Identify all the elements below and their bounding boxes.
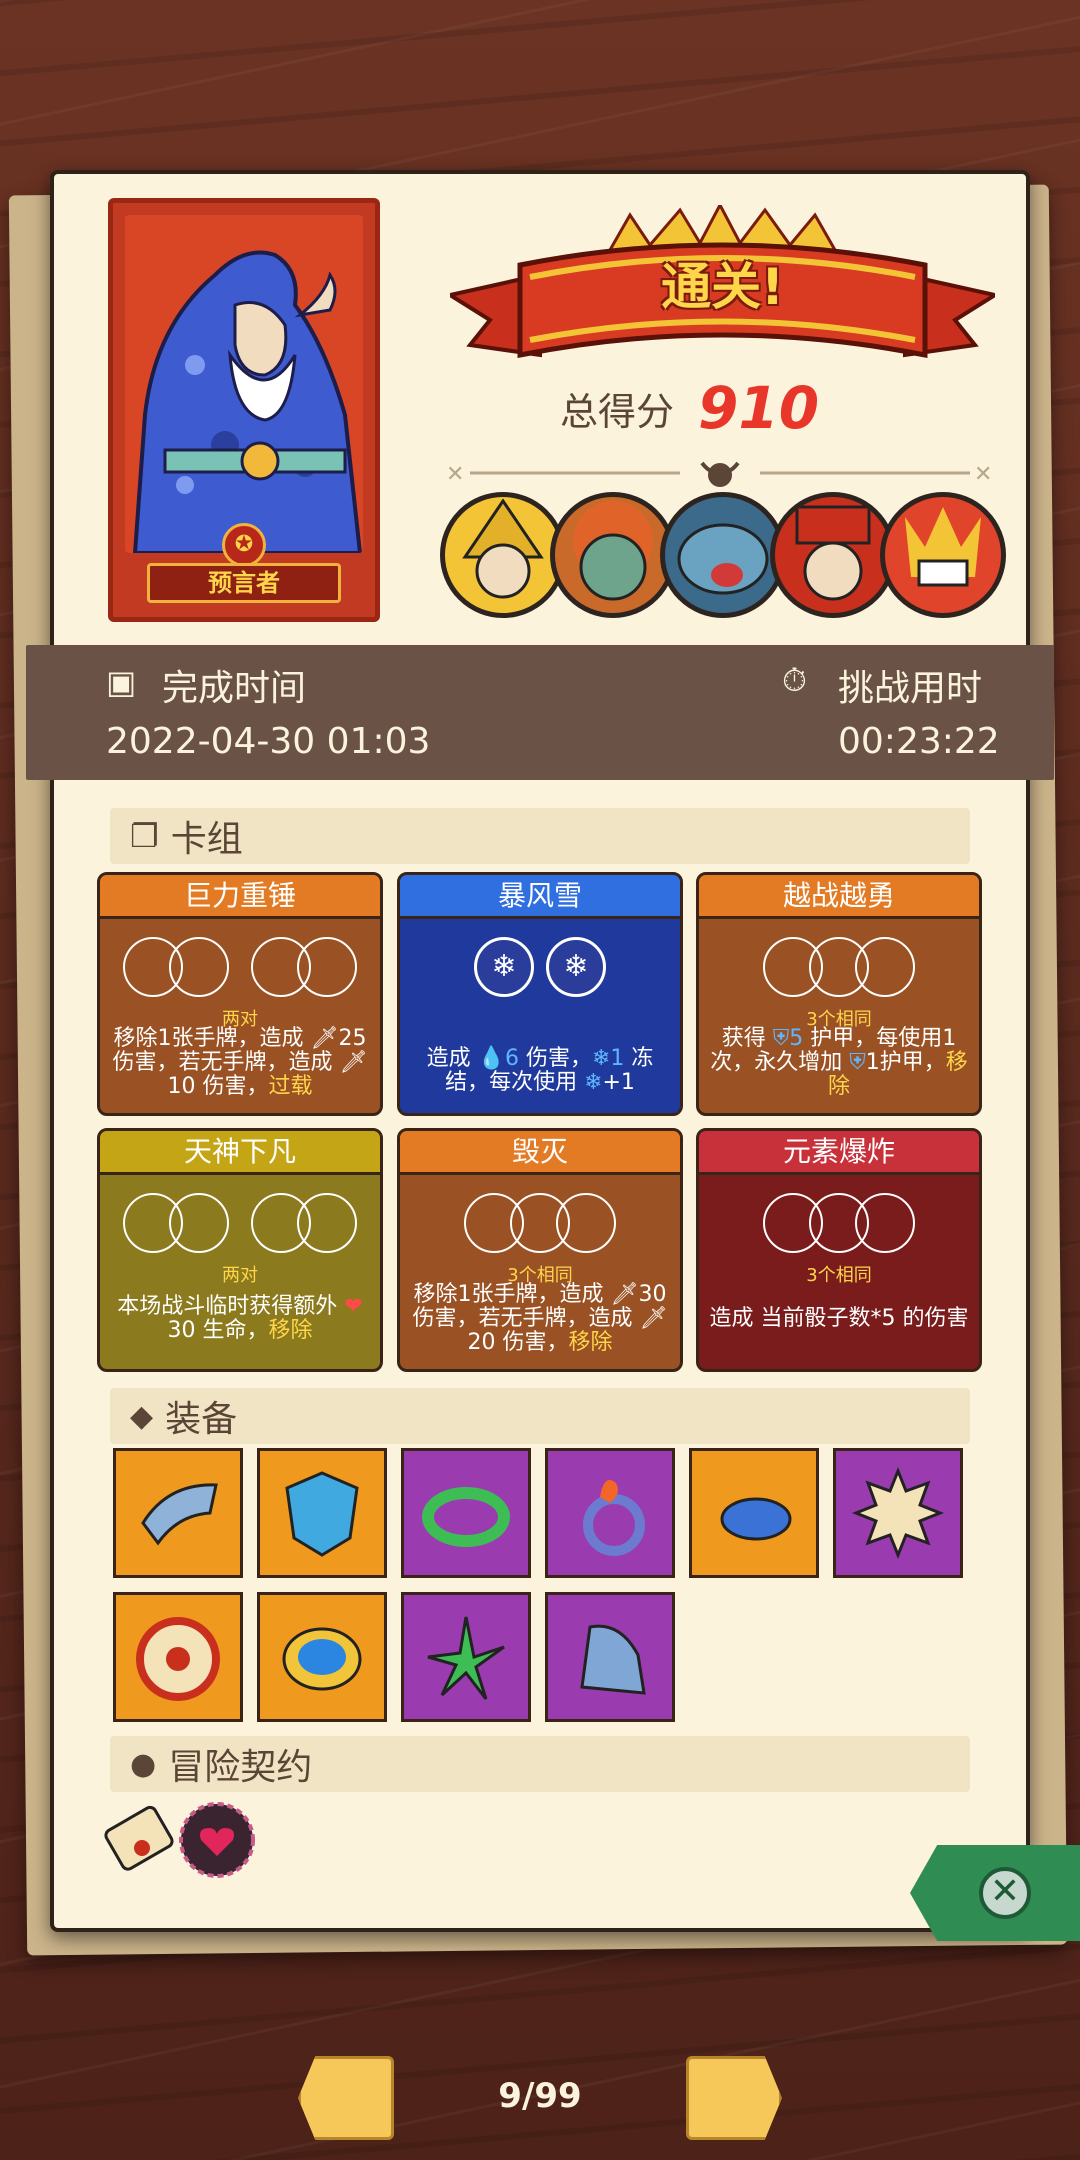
- fire-ring-icon[interactable]: [545, 1448, 675, 1578]
- card-description: 获得 ⛨5 护甲，每使用1次，永久增加 ⛨1护甲，移除: [710, 1026, 968, 1099]
- complete-time-value: 2022-04-30 01:03: [106, 721, 431, 762]
- snowflake-die-icon: ❄: [474, 937, 534, 997]
- dice-slots: [400, 1193, 680, 1253]
- pact-title: 冒险契约: [168, 1747, 313, 1788]
- score-row: 总得分 910: [560, 374, 819, 442]
- dice-slots: ❄ ❄: [400, 937, 680, 997]
- round-shield-icon[interactable]: [113, 1592, 243, 1722]
- hero-name: 预言者: [147, 563, 341, 603]
- dice-card[interactable]: 天神下凡 两对 本场战斗临时获得额外 ❤ 30 生命，移除: [97, 1128, 383, 1372]
- card-title: 毁灭: [400, 1131, 680, 1175]
- close-button[interactable]: ✕: [910, 1845, 1080, 1941]
- ice-bell-icon[interactable]: [545, 1592, 675, 1722]
- close-icon: ✕: [979, 1867, 1031, 1919]
- page-indicator: 9/99: [498, 2076, 582, 2116]
- card-description: 移除1张手牌，造成 🗡25伤害，若无手牌，造成 🗡10 伤害，过载: [112, 1026, 368, 1099]
- card-title: 元素爆炸: [699, 1131, 979, 1175]
- dice-card[interactable]: 巨力重锤 两对 移除1张手牌，造成 🗡25伤害，若无手牌，造成 🗡10 伤害，过…: [97, 872, 383, 1116]
- equipment-title: 装备: [165, 1399, 238, 1440]
- equipment-section-header: ◆ 装备: [110, 1388, 970, 1444]
- card-description: 造成 💧6 伤害，❄1 冻结，每次使用 ❄+1: [426, 1046, 654, 1095]
- horn-icon[interactable]: [113, 1448, 243, 1578]
- challenge-time-label: 挑战用时: [838, 668, 983, 709]
- snowflake-die-icon: ❄: [546, 937, 606, 997]
- combo-label: 3个相同: [806, 1265, 872, 1286]
- stopwatch-icon: ⏱: [782, 661, 807, 699]
- svg-text:✕: ✕: [974, 462, 992, 487]
- enemy-portrait: [770, 492, 896, 618]
- enemy-portrait: [550, 492, 676, 618]
- green-claw-icon[interactable]: [401, 1592, 531, 1722]
- next-page-button[interactable]: [686, 2056, 782, 2140]
- blue-blob-icon[interactable]: [689, 1448, 819, 1578]
- hero-emblem-icon: ✪: [222, 523, 266, 567]
- dice-slots: [100, 937, 380, 997]
- pact-section-header: ● 冒险契约: [110, 1736, 970, 1792]
- score-value: 910: [698, 374, 820, 442]
- card-title: 暴风雪: [400, 875, 680, 919]
- shield-crest-icon[interactable]: [257, 1448, 387, 1578]
- card-title: 巨力重锤: [100, 875, 380, 919]
- spiked-dice-icon[interactable]: [833, 1448, 963, 1578]
- enemy-portrait: [660, 492, 786, 618]
- card-title: 越战越勇: [699, 875, 979, 919]
- hero-portrait: [125, 215, 363, 553]
- previous-page-button[interactable]: [298, 2056, 394, 2140]
- enemy-portrait: [880, 492, 1006, 618]
- card-title: 天神下凡: [100, 1131, 380, 1175]
- dice-slots: [699, 937, 979, 997]
- dice-card[interactable]: 暴风雪 ❄ ❄ 造成 💧6 伤害，❄1 冻结，每次使用 ❄+1: [397, 872, 683, 1116]
- box-icon: ◆: [130, 1398, 154, 1434]
- card-description: 本场战斗临时获得额外 ❤ 30 生命，移除: [117, 1294, 363, 1343]
- score-label: 总得分: [560, 389, 675, 434]
- combo-label: 两对: [222, 1265, 258, 1286]
- dice-slots: [100, 1193, 380, 1253]
- enemy-portrait: [440, 492, 566, 618]
- card-description: 造成 当前骰子数*5 的伤害: [709, 1306, 969, 1331]
- time-bar: ▣ 完成时间 2022-04-30 01:03 ⏱ 挑战用时 00:23:22: [26, 645, 1054, 780]
- person-icon: ●: [130, 1746, 157, 1782]
- dice-card[interactable]: 元素爆炸 3个相同 造成 当前骰子数*5 的伤害: [696, 1128, 982, 1372]
- cards-icon: ❐: [130, 817, 159, 855]
- gem-brooch-icon[interactable]: [257, 1592, 387, 1722]
- hero-card[interactable]: ✪ 预言者: [108, 198, 380, 622]
- scroll-icon[interactable]: [100, 1800, 180, 1880]
- card-description: 移除1张手牌，造成 🗡30伤害，若无手牌，造成 🗡20 伤害，移除: [412, 1282, 668, 1355]
- defeated-enemies: [440, 492, 1006, 618]
- complete-time-label: 完成时间: [162, 668, 307, 709]
- svg-text:✕: ✕: [446, 462, 464, 487]
- dice-card[interactable]: 毁灭 3个相同 移除1张手牌，造成 🗡30伤害，若无手牌，造成 🗡20 伤害，移…: [397, 1128, 683, 1372]
- dice-card[interactable]: 越战越勇 3个相同 获得 ⛨5 护甲，每使用1次，永久增加 ⛨1护甲，移除: [696, 872, 982, 1116]
- ornamental-divider: ✕ ✕: [440, 455, 1000, 491]
- heart-lock-icon[interactable]: [177, 1800, 257, 1880]
- deck-section-header: ❐ 卡组: [110, 808, 970, 864]
- challenge-time-value: 00:23:22: [838, 721, 1000, 762]
- spiked-bracelet-icon[interactable]: [401, 1448, 531, 1578]
- victory-banner: 通关!: [444, 201, 1001, 375]
- dice-slots: [699, 1193, 979, 1253]
- deck-title: 卡组: [170, 819, 243, 860]
- banner-text: 通关!: [661, 258, 784, 316]
- film-icon: ▣: [106, 663, 137, 701]
